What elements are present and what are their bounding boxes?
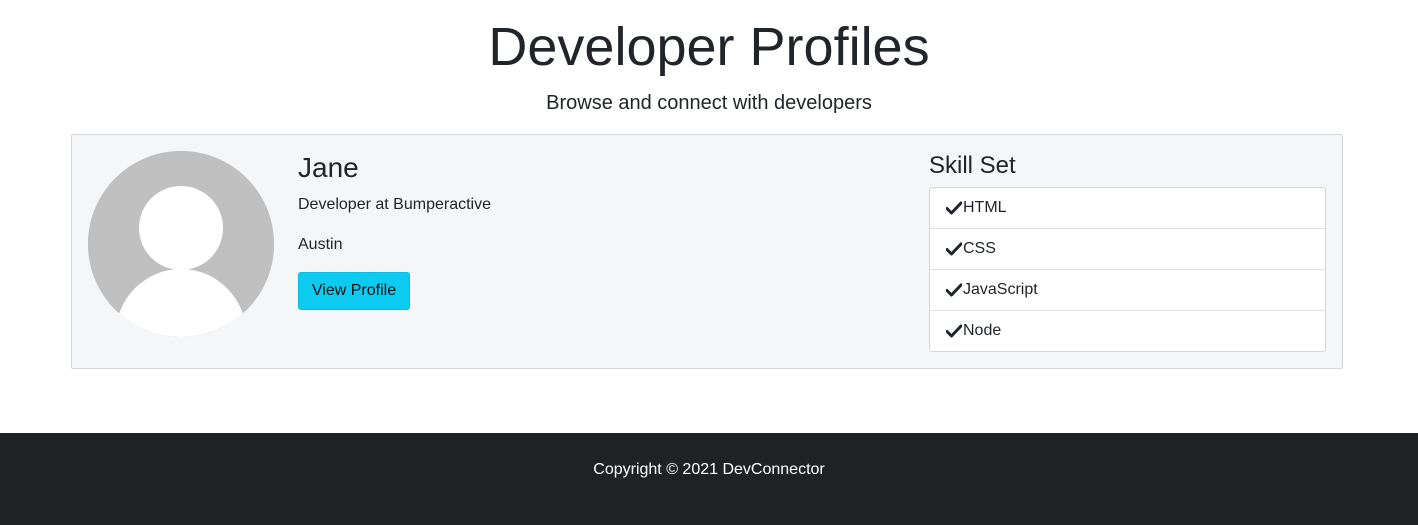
skill-item: Node xyxy=(930,311,1325,351)
footer: Copyright © 2021 DevConnector xyxy=(0,433,1418,525)
user-silhouette-icon xyxy=(88,151,274,337)
profile-card: Jane Developer at Bumperactive Austin Vi… xyxy=(71,134,1343,369)
check-icon xyxy=(946,201,962,215)
page: Developer Profiles Browse and connect wi… xyxy=(0,0,1418,525)
page-subtitle: Browse and connect with developers xyxy=(546,92,872,114)
profile-name: Jane xyxy=(298,152,359,183)
view-profile-button[interactable]: View Profile xyxy=(298,272,410,310)
page-title: Developer Profiles xyxy=(488,17,930,77)
skill-label: Node xyxy=(963,322,1002,339)
check-icon xyxy=(946,324,962,338)
profile-info: Jane Developer at Bumperactive Austin Vi… xyxy=(298,151,491,310)
footer-copyright: Copyright © 2021 DevConnector xyxy=(593,461,825,478)
check-icon xyxy=(946,242,962,256)
profile-status: Developer at Bumperactive xyxy=(298,196,491,213)
skill-set-heading: Skill Set xyxy=(929,152,1016,179)
skill-label: JavaScript xyxy=(963,281,1038,298)
skill-label: CSS xyxy=(963,240,996,257)
check-icon xyxy=(946,283,962,297)
skill-item: CSS xyxy=(930,229,1325,270)
avatar xyxy=(88,151,274,337)
skill-item: HTML xyxy=(930,188,1325,229)
skill-list: HTML CSS JavaScript Node xyxy=(929,187,1326,352)
skill-label: HTML xyxy=(963,199,1007,216)
profile-location: Austin xyxy=(298,236,343,253)
skill-set: Skill Set HTML CSS JavaScript Node xyxy=(929,151,1326,352)
skill-item: JavaScript xyxy=(930,270,1325,311)
